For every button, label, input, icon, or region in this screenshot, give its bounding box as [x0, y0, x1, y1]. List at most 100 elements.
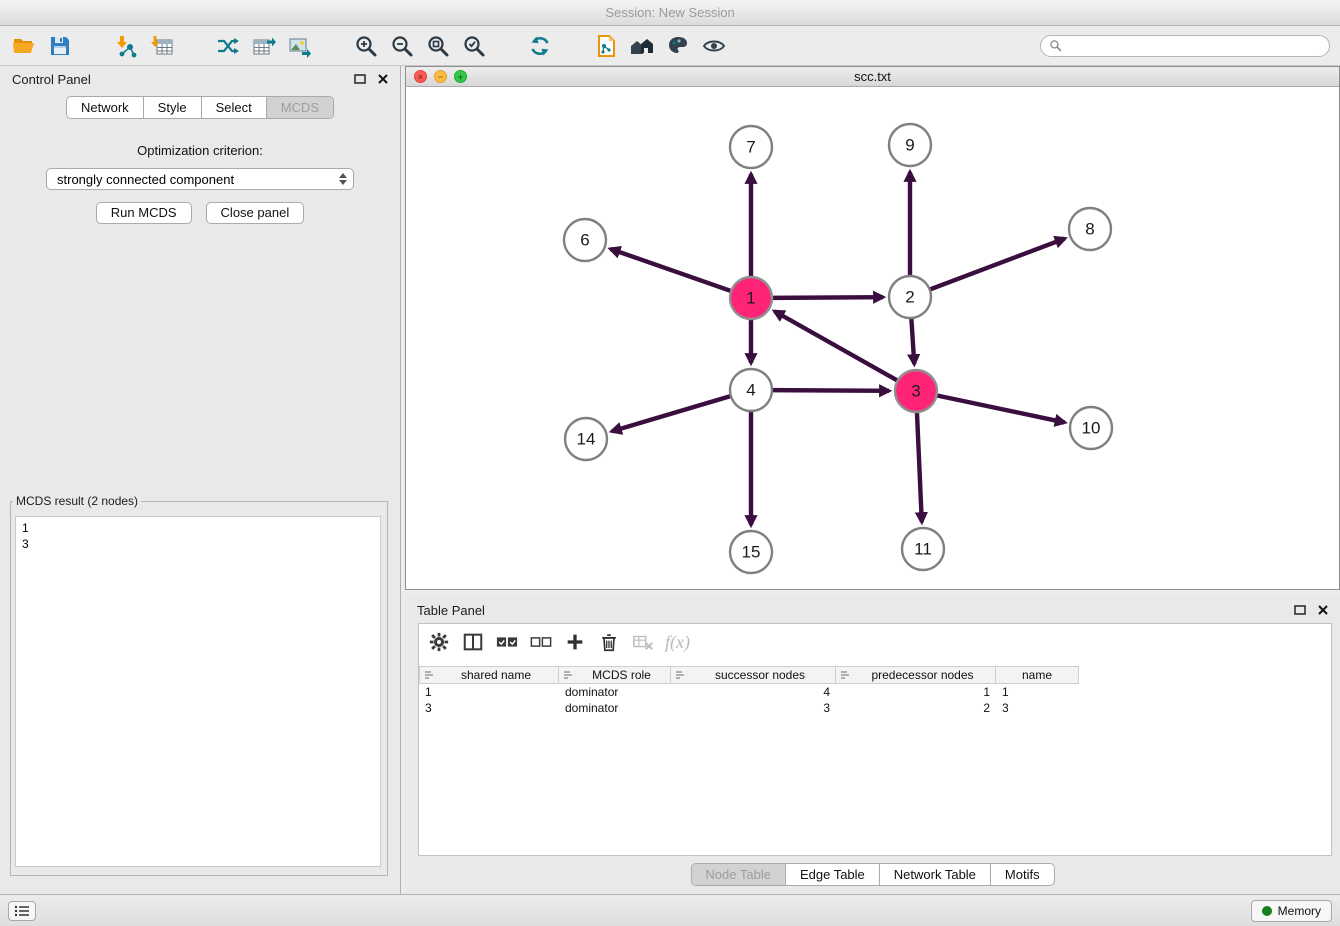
graph-edge-2-8[interactable] — [930, 239, 1065, 290]
window-close-icon[interactable]: × — [414, 70, 427, 83]
function-builder-icon: f(x) — [665, 630, 690, 654]
network-window-title: scc.txt — [406, 67, 1339, 86]
column-header-successor-nodes[interactable]: successor nodes — [670, 666, 836, 684]
node-table-body: 1dominator4113dominator323 — [419, 684, 1331, 716]
tab-edge-table[interactable]: Edge Table — [785, 864, 879, 885]
window-zoom-icon[interactable]: + — [454, 70, 467, 83]
graph-node-label: 14 — [577, 430, 596, 449]
mcds-result-text: 1 3 — [22, 520, 374, 552]
import-table-icon[interactable] — [147, 32, 177, 60]
table-cell: 3 — [419, 700, 559, 716]
graph-node-label: 6 — [580, 231, 589, 250]
close-table-panel-icon[interactable] — [1318, 605, 1328, 615]
tab-node-table[interactable]: Node Table — [691, 864, 785, 885]
column-header-predecessor-nodes[interactable]: predecessor nodes — [835, 666, 996, 684]
criterion-value: strongly connected component — [57, 172, 234, 187]
window-minimize-icon[interactable]: − — [434, 70, 447, 83]
zoom-out-icon[interactable] — [387, 32, 417, 60]
table-header-row: shared name MCDS role successor nodes pr… — [419, 666, 1331, 684]
graph-node-label: 11 — [914, 540, 932, 559]
home-icon[interactable] — [627, 32, 657, 60]
table-cell: 4 — [671, 684, 836, 700]
graph-node-label: 3 — [911, 382, 920, 401]
zoom-selected-icon[interactable] — [459, 32, 489, 60]
save-session-icon[interactable] — [45, 32, 75, 60]
float-table-panel-icon[interactable] — [1294, 605, 1306, 615]
apply-style-icon[interactable] — [663, 32, 693, 60]
tab-network[interactable]: Network — [67, 97, 143, 118]
graph-node-label: 4 — [746, 381, 755, 400]
zoom-fit-icon[interactable] — [423, 32, 453, 60]
search-icon — [1049, 39, 1062, 52]
show-panels-button[interactable] — [8, 901, 36, 921]
settings-gear-icon[interactable] — [427, 630, 451, 654]
table-panel: Table Panel — [405, 597, 1340, 894]
table-cell: 1 — [996, 684, 1079, 700]
table-toolbar: f(x) — [419, 624, 1331, 660]
sort-icon — [563, 670, 574, 680]
open-session-icon[interactable] — [9, 32, 39, 60]
network-window-titlebar[interactable]: scc.txt × − + — [406, 67, 1339, 87]
delete-row-icon[interactable] — [597, 630, 621, 654]
graph-edge-3-10[interactable] — [937, 395, 1065, 422]
mcds-result-fieldset: MCDS result (2 nodes) 1 3 — [10, 494, 388, 876]
deselect-all-icon[interactable] — [529, 630, 553, 654]
zoom-in-icon[interactable] — [351, 32, 381, 60]
show-graphics-icon[interactable] — [699, 32, 729, 60]
network-canvas[interactable]: 7968124314101511 — [406, 87, 1339, 589]
import-network-icon[interactable] — [111, 32, 141, 60]
graph-edge-3-1[interactable] — [775, 311, 898, 380]
table-cell: 3 — [996, 700, 1079, 716]
close-panel-button[interactable]: Close panel — [206, 202, 305, 224]
refresh-icon[interactable] — [525, 32, 555, 60]
graph-edge-2-3[interactable] — [911, 318, 914, 364]
export-image-icon[interactable] — [285, 32, 315, 60]
dropdown-stepper-icon — [339, 173, 347, 185]
graph-edge-4-3[interactable] — [772, 390, 889, 391]
graph-node-label: 1 — [746, 289, 755, 308]
table-cell: 1 — [836, 684, 996, 700]
tab-network-table[interactable]: Network Table — [879, 864, 990, 885]
node-table: f(x) shared name MCDS role successor nod… — [418, 623, 1332, 856]
graph-edge-1-2[interactable] — [772, 297, 883, 298]
add-row-icon[interactable] — [563, 630, 587, 654]
column-header-shared-name[interactable]: shared name — [419, 666, 559, 684]
float-panel-icon[interactable] — [354, 74, 366, 84]
close-panel-icon[interactable] — [378, 74, 388, 84]
run-mcds-button[interactable]: Run MCDS — [96, 202, 192, 224]
column-header-name[interactable]: name — [995, 666, 1079, 684]
table-row[interactable]: 1dominator411 — [419, 684, 1331, 700]
delete-table-icon — [631, 630, 655, 654]
criterion-dropdown[interactable]: strongly connected component — [46, 168, 354, 190]
control-panel-title: Control Panel — [12, 72, 91, 87]
optimization-criterion-label: Optimization criterion: — [0, 143, 400, 158]
mcds-result-box[interactable]: 1 3 — [15, 516, 381, 867]
graph-node-label: 7 — [746, 138, 755, 157]
search-input[interactable] — [1067, 39, 1321, 53]
graph-node-label: 9 — [905, 136, 914, 155]
new-network-icon[interactable] — [213, 32, 243, 60]
tab-mcds[interactable]: MCDS — [266, 97, 333, 118]
graph-edge-1-6[interactable] — [610, 249, 731, 291]
network-view-window: scc.txt × − + 7968124314101511 — [405, 66, 1340, 590]
table-panel-title: Table Panel — [417, 603, 485, 618]
tab-motifs[interactable]: Motifs — [990, 864, 1054, 885]
memory-status-icon — [1262, 906, 1272, 916]
network-document-icon[interactable] — [591, 32, 621, 60]
column-header-mcds-role[interactable]: MCDS role — [558, 666, 671, 684]
select-all-icon[interactable] — [495, 630, 519, 654]
mcds-result-title: MCDS result (2 nodes) — [13, 494, 141, 508]
main-toolbar — [0, 26, 1340, 66]
graph-edge-3-11[interactable] — [917, 412, 922, 522]
table-cell: 3 — [671, 700, 836, 716]
table-row[interactable]: 3dominator323 — [419, 700, 1331, 716]
sort-icon — [840, 670, 851, 680]
graph-edge-4-14[interactable] — [612, 396, 731, 431]
column-layout-icon[interactable] — [461, 630, 485, 654]
memory-button[interactable]: Memory — [1251, 900, 1332, 922]
export-table-icon[interactable] — [249, 32, 279, 60]
tab-select[interactable]: Select — [201, 97, 266, 118]
control-panel-tabs: Network Style Select MCDS — [66, 96, 334, 119]
tab-style[interactable]: Style — [143, 97, 201, 118]
network-graph[interactable]: 7968124314101511 — [406, 87, 1339, 589]
